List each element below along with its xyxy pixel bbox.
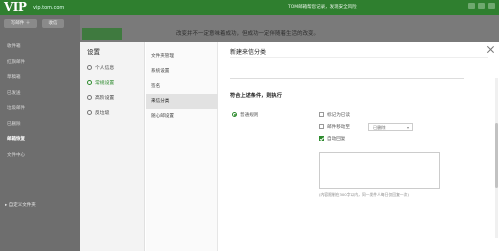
settings-subitem-panel: 文件夹管理 系统设置 签名 来信分类 随心邮设置 <box>146 42 218 251</box>
custom-folder-toggle[interactable]: ▸ 自定义文件夹 <box>5 202 36 208</box>
banner-block <box>82 28 122 40</box>
shield-icon <box>87 110 92 115</box>
auto-reply-checkbox[interactable] <box>319 136 324 141</box>
category-label: 反垃圾 <box>95 111 110 116</box>
sidebar-item-flagged[interactable]: 红旗邮件 <box>7 55 25 71</box>
subitem-system-settings[interactable]: 系统设置 <box>146 64 218 79</box>
category-label: 常规设置 <box>95 81 115 86</box>
gear-icon <box>87 80 92 85</box>
folder-list: 收件箱 红旗邮件 草稿箱 已发送 垃圾邮件 已删除 邮箱恢复 文件中心 <box>7 39 25 163</box>
receive-mail-button[interactable]: 收信 <box>42 19 64 28</box>
title-divider <box>230 57 488 58</box>
settings-title: 设置 <box>87 48 100 56</box>
rule-editor-panel: 新建来信分类 符合上述条件，则执行 普通规则 标记为已读 邮件移动至 已删除 自… <box>219 42 499 251</box>
auto-reply-hint: (内容限制在300字以内，同一发件人每日仅回复一次) <box>319 192 409 197</box>
rule-type-label: 普通规则 <box>240 113 259 118</box>
condition-heading: 符合上述条件，则执行 <box>230 93 282 99</box>
subitem-mail-classification[interactable]: 来信分类 <box>146 94 218 109</box>
message-icon[interactable] <box>478 3 485 9</box>
rule-type-radio[interactable] <box>232 112 237 117</box>
panel-title: 新建来信分类 <box>230 49 267 56</box>
category-anti-spam[interactable]: 反垃圾 <box>80 105 145 120</box>
brand-logo[interactable]: VIP <box>4 0 27 14</box>
security-notice[interactable]: TOM邮箱帮您记录，发现安全风险 <box>288 4 357 10</box>
top-icons <box>468 3 495 9</box>
settings-subitem-list: 文件夹管理 系统设置 签名 来信分类 随心邮设置 <box>146 49 218 124</box>
category-advanced-settings[interactable]: 高阶设置 <box>80 90 145 105</box>
sidebar-item-inbox[interactable]: 收件箱 <box>7 39 25 55</box>
move-to-checkbox[interactable] <box>319 124 324 129</box>
category-label: 个人信息 <box>95 66 115 71</box>
sidebar-item-file-center[interactable]: 文件中心 <box>7 148 25 164</box>
person-icon <box>87 65 92 70</box>
sidebar-item-sent[interactable]: 已发送 <box>7 86 25 102</box>
settings-category-panel: 设置 个人信息 常规设置 高阶设置 反垃圾 <box>80 42 145 251</box>
auto-reply-textarea[interactable] <box>319 152 440 189</box>
menu-icon[interactable] <box>488 3 495 9</box>
subitem-signature[interactable]: 签名 <box>146 79 218 94</box>
scrollbar-thumb[interactable] <box>495 123 498 188</box>
sidebar-item-recovery[interactable]: 邮箱恢复 <box>7 132 25 148</box>
panel-scrollbar[interactable] <box>495 78 498 238</box>
select-value: 已删除 <box>373 125 386 130</box>
category-general-settings[interactable]: 常规设置 <box>80 75 145 90</box>
sidebar-item-spam[interactable]: 垃圾邮件 <box>7 101 25 117</box>
auto-reply-label: 自动回复 <box>327 137 346 142</box>
subitem-quick-mail-settings[interactable]: 随心邮设置 <box>146 109 218 124</box>
category-personal-info[interactable]: 个人信息 <box>80 60 145 75</box>
brand-domain: vip.tom.com <box>33 5 65 11</box>
sidebar-item-drafts[interactable]: 草稿箱 <box>7 70 25 86</box>
close-icon[interactable] <box>487 46 494 53</box>
mail-sidebar: 写邮件 ＋ 收信 收件箱 红旗邮件 草稿箱 已发送 垃圾邮件 已删除 邮箱恢复 … <box>0 15 80 251</box>
write-mail-button[interactable]: 写邮件 ＋ <box>4 19 37 28</box>
move-to-label: 邮件移动至 <box>327 125 350 130</box>
top-bar: VIP vip.tom.com TOM邮箱帮您记录，发现安全风险 <box>0 0 499 15</box>
chevron-down-icon <box>407 126 409 129</box>
sidebar-item-deleted[interactable]: 已删除 <box>7 117 25 133</box>
settings-dialog: 设置 个人信息 常规设置 高阶设置 反垃圾 文件夹管理 系统设置 签名 来信分类… <box>80 42 499 251</box>
advanced-icon <box>87 95 92 100</box>
mark-read-label: 标记为已读 <box>327 113 350 118</box>
settings-category-list: 个人信息 常规设置 高阶设置 反垃圾 <box>80 60 145 120</box>
mark-read-checkbox[interactable] <box>319 112 324 117</box>
section-divider <box>230 78 464 79</box>
tagline: 改变并不一定意味着成功，但成功一定伴随着生活的改变。 <box>176 31 320 37</box>
category-label: 高阶设置 <box>95 96 115 101</box>
subitem-folder-management[interactable]: 文件夹管理 <box>146 49 218 64</box>
move-to-folder-select[interactable]: 已删除 <box>368 123 413 131</box>
user-icon[interactable] <box>468 3 475 9</box>
